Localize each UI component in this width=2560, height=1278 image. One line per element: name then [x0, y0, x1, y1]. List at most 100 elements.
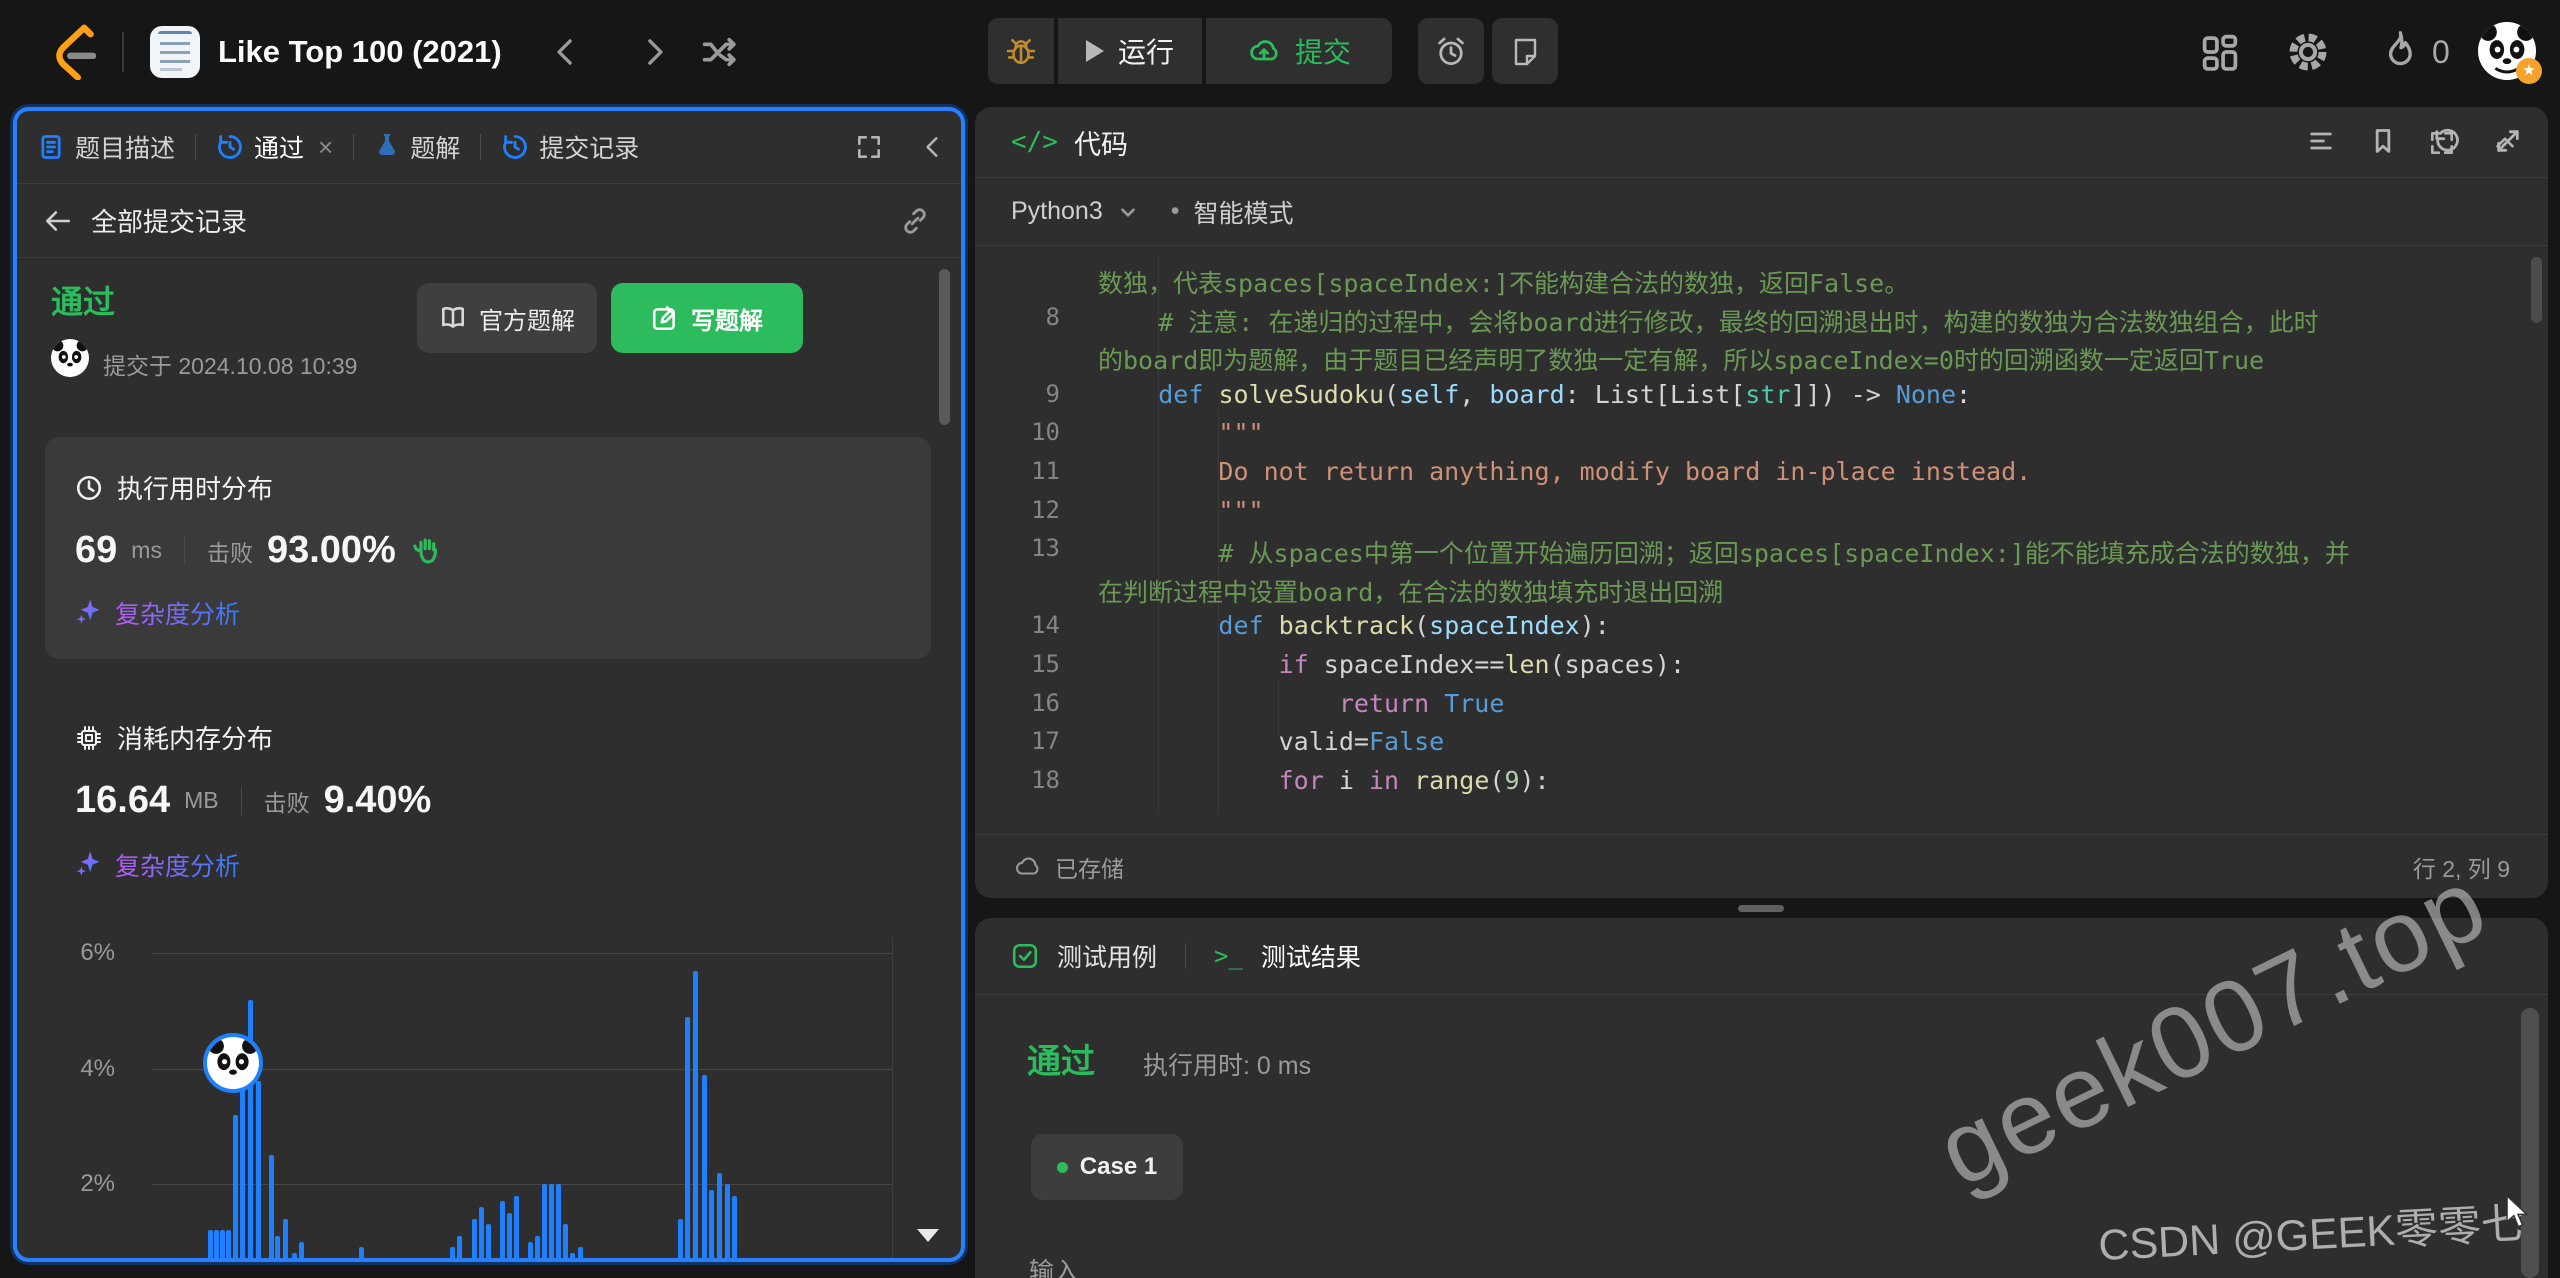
- code-line[interactable]: 在判断过程中设置board，在合法的数独填充时退出回溯: [975, 573, 2535, 612]
- tab-submissions[interactable]: 提交记录: [501, 129, 639, 165]
- histogram-bar: [732, 1196, 737, 1259]
- histogram-bar: [226, 1230, 231, 1258]
- close-tab-icon[interactable]: ×: [318, 132, 333, 163]
- code-panel: </> 代码 Python3 • 智能模式 数独，代表spaces[spaceI…: [975, 107, 2548, 898]
- case-label: Case 1: [1080, 1153, 1157, 1181]
- histogram-bar: [725, 1184, 730, 1258]
- subheader-title: 全部提交记录: [91, 202, 247, 239]
- runtime-title: 执行用时分布: [117, 469, 273, 506]
- code-line[interactable]: 15 if spaceIndex==len(spaces):: [975, 650, 2535, 689]
- code-line[interactable]: 18 for i in range(9):: [975, 766, 2535, 805]
- histogram-bar: [472, 1219, 477, 1259]
- histogram-bar: [275, 1236, 280, 1258]
- memory-complexity-link[interactable]: 复杂度分析: [75, 847, 240, 883]
- prev-problem-icon[interactable]: [548, 34, 584, 70]
- shuffle-icon[interactable]: [700, 32, 740, 72]
- history-icon: [501, 133, 529, 161]
- histogram-bar: [214, 1230, 219, 1258]
- runtime-card[interactable]: 执行用时分布 69 ms 击败 93.00% 复杂度分析: [45, 437, 931, 659]
- left-scrollbar-thumb[interactable]: [939, 269, 950, 425]
- code-line[interactable]: 17 valid=False: [975, 727, 2535, 766]
- timer-button[interactable]: [1418, 18, 1484, 84]
- case-status-dot: [1057, 1162, 1068, 1173]
- histogram-bar: [717, 1173, 722, 1259]
- tab-accepted[interactable]: 通过 ×: [216, 129, 333, 165]
- bookmark-icon[interactable]: [2369, 127, 2397, 155]
- back-arrow-icon[interactable]: [43, 206, 73, 236]
- maximize-editor-icon[interactable]: [2494, 127, 2522, 155]
- histogram-bar: [269, 1155, 274, 1258]
- scroll-down-icon[interactable]: [917, 1229, 939, 1242]
- histogram-bar: [450, 1247, 455, 1258]
- histogram-bar: [220, 1230, 225, 1258]
- saved-label: 已存储: [1055, 850, 1124, 884]
- code-line[interactable]: 12 """: [975, 496, 2535, 535]
- submitter-avatar: [51, 339, 89, 377]
- code-scrollbar-thumb[interactable]: [2531, 257, 2542, 323]
- histogram-bar: [535, 1236, 540, 1258]
- run-label: 运行: [1118, 31, 1174, 71]
- code-line[interactable]: 13 # 从spaces中第一个位置开始遍历回溯；返回spaces[spaceI…: [975, 534, 2535, 573]
- histogram-bar: [359, 1247, 364, 1258]
- test-scrollbar-thumb[interactable]: [2521, 1008, 2539, 1278]
- collapse-panel-icon[interactable]: [919, 133, 947, 161]
- code-line[interactable]: 16 return True: [975, 689, 2535, 728]
- code-line[interactable]: 数独，代表spaces[spaceIndex:]不能构建合法的数独，返回Fals…: [975, 264, 2535, 303]
- tab-testresult[interactable]: 测试结果: [1261, 938, 1361, 974]
- language-selector[interactable]: Python3: [1011, 197, 1103, 226]
- code-line[interactable]: 8 # 注意: 在递归的过程中，会将board进行修改，最终的回溯退出时，构建的…: [975, 303, 2535, 342]
- ytick-6: 6%: [47, 939, 115, 967]
- format-code-icon[interactable]: [2307, 127, 2335, 155]
- memory-unit: MB: [184, 787, 219, 814]
- submit-button[interactable]: 提交: [1206, 18, 1392, 84]
- chevron-down-icon[interactable]: [1117, 201, 1139, 223]
- debug-button[interactable]: [988, 18, 1054, 84]
- expand-panel-icon[interactable]: [855, 133, 883, 161]
- tab-solutions[interactable]: 题解: [374, 129, 460, 165]
- code-line[interactable]: 9 def solveSudoku(self, board: List[List…: [975, 380, 2535, 419]
- tab-problem-description[interactable]: 题目描述: [37, 129, 175, 165]
- smart-mode-label[interactable]: 智能模式: [1194, 194, 1294, 230]
- run-button[interactable]: 运行: [1058, 18, 1202, 84]
- book-icon: [439, 304, 467, 332]
- code-editor[interactable]: 数独，代表spaces[spaceIndex:]不能构建合法的数独，返回Fals…: [975, 264, 2535, 804]
- code-line[interactable]: 11 Do not return anything, modify board …: [975, 457, 2535, 496]
- memory-value: 16.64: [75, 779, 170, 822]
- leetcode-logo-icon[interactable]: [48, 24, 100, 85]
- panel-resize-handle[interactable]: [1738, 905, 1784, 912]
- code-panel-title: 代码: [1074, 123, 1128, 162]
- submissions-subheader: 全部提交记录: [17, 184, 961, 258]
- settings-gear-icon[interactable]: [2286, 30, 2330, 74]
- note-button[interactable]: [1492, 18, 1558, 84]
- ytick-4: 4%: [47, 1055, 115, 1083]
- chip-icon: [75, 724, 103, 752]
- test-panel: 测试用例 >_ 测试结果 通过 执行用时: 0 ms Case 1 输入: [975, 918, 2548, 1278]
- link-icon[interactable]: [901, 207, 929, 235]
- histogram-bar: [549, 1184, 554, 1258]
- histogram-bar: [283, 1219, 288, 1259]
- write-solution-button[interactable]: 写题解: [611, 283, 803, 353]
- runtime-complexity-link[interactable]: 复杂度分析: [75, 595, 240, 631]
- case-1-button[interactable]: Case 1: [1031, 1134, 1183, 1200]
- code-line[interactable]: 14 def backtrack(spaceIndex):: [975, 611, 2535, 650]
- problem-list-icon[interactable]: [150, 26, 200, 78]
- left-tabbar: 题目描述 通过 × 题解 提交记录: [17, 111, 961, 184]
- histogram-bar: [570, 1253, 575, 1258]
- tab-testcase[interactable]: 测试用例: [1057, 938, 1157, 974]
- code-line[interactable]: 10 """: [975, 418, 2535, 457]
- wave-hand-icon: [410, 534, 444, 568]
- sparkle-icon: [75, 597, 103, 630]
- problem-list-title[interactable]: Like Top 100 (2021): [218, 34, 502, 70]
- avatar[interactable]: ★: [2478, 22, 2536, 80]
- reset-code-icon[interactable]: [2431, 127, 2459, 155]
- terminal-icon: >_: [1214, 942, 1243, 970]
- histogram-bar: [208, 1230, 213, 1258]
- runtime-complexity-label: 复杂度分析: [115, 595, 240, 631]
- layout-grid-icon[interactable]: [2200, 32, 2240, 72]
- code-line[interactable]: 的board即为题解，由于题目已经声明了数独一定有解，所以spaceIndex=…: [975, 341, 2535, 380]
- memory-complexity-label: 复杂度分析: [115, 847, 240, 883]
- next-problem-icon[interactable]: [636, 34, 672, 70]
- streak-flame-icon[interactable]: [2378, 28, 2420, 74]
- histogram-bar: [578, 1247, 583, 1258]
- official-solution-button[interactable]: 官方题解: [417, 283, 597, 353]
